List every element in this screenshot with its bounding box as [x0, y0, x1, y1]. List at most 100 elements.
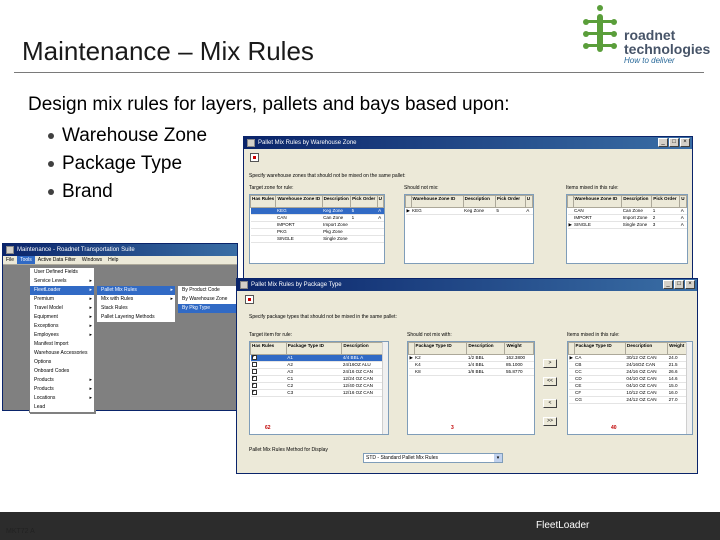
- menu-item[interactable]: Locations ▸: [30, 394, 94, 403]
- has-rules-checkbox[interactable]: [251, 376, 257, 382]
- tools-menu: User Defined Fields Service Levels ▸ Flee…: [29, 267, 95, 413]
- table-row[interactable]: PKG Pkg Zone: [250, 228, 384, 236]
- table-row[interactable]: ▶ K2 1/2 BBL 162.3800: [408, 354, 534, 362]
- zone-target-grid[interactable]: Has Rules Warehouse Zone ID Description …: [249, 194, 385, 264]
- menu-item[interactable]: Exceptions ▸: [30, 322, 94, 331]
- add-one-button[interactable]: >: [543, 359, 557, 368]
- close-button[interactable]: ×: [685, 280, 695, 289]
- pkg-should-total: 3: [451, 425, 454, 431]
- table-row[interactable]: A14/4 BBL A: [250, 354, 388, 362]
- table-row[interactable]: SINGLE Single Zone: [250, 235, 384, 243]
- remove-all-button[interactable]: <<: [543, 377, 557, 386]
- has-rules-checkbox[interactable]: [251, 362, 257, 368]
- fleetloader-submenu: Pallet Mix Rules ▸ Mix with Rules ▸ Stack …: [96, 285, 176, 323]
- table-row[interactable]: C112/24 OZ CAN: [250, 375, 388, 383]
- menu-item[interactable]: Pallet Layering Methods: [97, 313, 175, 322]
- table-row[interactable]: A2 24/16OZ ALU: [250, 361, 388, 369]
- table-row[interactable]: ▶ SINGLE Single Zone 3 A: [567, 221, 687, 229]
- menu-item[interactable]: Warehouse Accessories: [30, 349, 94, 358]
- scrollbar[interactable]: [686, 342, 692, 434]
- zone-tool-icon[interactable]: [250, 153, 259, 162]
- table-row[interactable]: CE 04/10 OZ CAN 15.0: [568, 382, 692, 390]
- zone-items-grid[interactable]: Warehouse Zone ID Description Pick Order…: [566, 194, 688, 264]
- menu-item[interactable]: Lead: [30, 403, 94, 412]
- table-row[interactable]: ▶ CA 30/12 OZ CAN 24.0: [568, 354, 692, 362]
- pkg-tool-icon[interactable]: [245, 295, 254, 304]
- table-row[interactable]: CC 24/16 OZ CAN 26.6: [568, 368, 692, 376]
- table-row[interactable]: IMPORT Import Zone 2 A: [567, 214, 687, 222]
- menu-item[interactable]: Employees ▸: [30, 331, 94, 340]
- menu-file[interactable]: File: [3, 256, 17, 264]
- add-all-button[interactable]: >>: [543, 417, 557, 426]
- menu-item[interactable]: Options: [30, 358, 94, 367]
- maximize-button[interactable]: □: [674, 280, 684, 289]
- pkg-items-total: 40: [611, 425, 617, 431]
- has-rules-checkbox[interactable]: [251, 355, 257, 361]
- close-button[interactable]: ×: [680, 138, 690, 147]
- roadnet-mark-icon: [583, 5, 617, 52]
- menu-item[interactable]: Premium ▸: [30, 295, 94, 304]
- table-row[interactable]: C312/16 OZ CAN: [250, 389, 388, 397]
- pkg-items-grid[interactable]: Package Type ID Description Weight ▶ CA 30…: [567, 341, 693, 435]
- menu-item[interactable]: By Product Code: [178, 286, 236, 295]
- menu-item[interactable]: Products ▸: [30, 385, 94, 394]
- menu-item[interactable]: Stack Rules: [97, 304, 175, 313]
- table-row[interactable]: CAN Can Zone 1 A: [567, 207, 687, 215]
- chevron-down-icon[interactable]: ▾: [494, 454, 502, 462]
- bullet-item: Warehouse Zone: [48, 122, 207, 150]
- bullet-dot-icon: [48, 161, 54, 167]
- menu-item-by-pkg-type[interactable]: By Pkg Type: [178, 304, 236, 313]
- remove-one-button[interactable]: <: [543, 399, 557, 408]
- has-rules-checkbox[interactable]: [251, 390, 257, 396]
- mix-rules-submenu: By Product Code By Warehouse Zone By Pkg…: [177, 285, 237, 314]
- menu-item[interactable]: User Defined Fields: [30, 268, 94, 277]
- menu-item[interactable]: Onboard Codes: [30, 367, 94, 376]
- menu-bar: File Tools Active Data Filter Windows He…: [3, 256, 237, 265]
- menu-item[interactable]: Manifest Import: [30, 340, 94, 349]
- menu-item[interactable]: Equipment ▸: [30, 313, 94, 322]
- menu-item[interactable]: Products ▸: [30, 376, 94, 385]
- pkg-method-select[interactable]: STD - Standard Pallet Mix Rules ▾: [363, 453, 503, 463]
- table-row[interactable]: CD 04/10 OZ CAN 14.6: [568, 375, 692, 383]
- menu-windows[interactable]: Windows: [79, 256, 105, 264]
- menu-item[interactable]: Mix with Rules ▸: [97, 295, 175, 304]
- pkg-target-grid[interactable]: Has Rules Package Type ID Description A1…: [249, 341, 389, 435]
- zone-window-titlebar: Pallet Mix Rules by Warehouse Zone _ □ ×: [244, 137, 692, 149]
- table-row[interactable]: K4 1/4 BBL 85.1000: [408, 361, 534, 369]
- zone-should-grid[interactable]: Warehouse Zone ID Description Pick Order…: [404, 194, 534, 264]
- table-row[interactable]: IMPORT Import Zone: [250, 221, 384, 229]
- app-icon: [6, 246, 14, 254]
- pkg-should-grid[interactable]: Package Type ID Description Weight ▶ K2 1/…: [407, 341, 535, 435]
- scrollbar[interactable]: [382, 342, 388, 434]
- table-row[interactable]: CB 24/16OZ CAN 21.5: [568, 361, 692, 369]
- table-row[interactable]: CG 24/12 OZ CAN 27.0: [568, 396, 692, 404]
- menu-item[interactable]: By Warehouse Zone: [178, 295, 236, 304]
- has-rules-checkbox[interactable]: [251, 369, 257, 375]
- app-icon: [247, 139, 255, 147]
- table-row[interactable]: K8 1/8 BBL 55.8770: [408, 368, 534, 376]
- table-row[interactable]: ▶ KEG Keg Zone 5 A: [405, 207, 533, 215]
- zone-target-label: Target zone for rule:: [249, 185, 294, 191]
- menu-item-pallet-mix-rules[interactable]: Pallet Mix Rules ▸: [97, 286, 175, 295]
- minimize-button[interactable]: _: [663, 280, 673, 289]
- menu-active-data-filter[interactable]: Active Data Filter: [35, 256, 79, 264]
- footer-product: FleetLoader: [536, 520, 590, 531]
- menu-item[interactable]: Travel Model ▸: [30, 304, 94, 313]
- table-row[interactable]: KEG Keg Zone 5 A: [250, 207, 384, 215]
- table-row[interactable]: CAN Can Zone 1 A: [250, 214, 384, 222]
- table-row[interactable]: A3 24/16 OZ CAN: [250, 368, 388, 376]
- minimize-button[interactable]: _: [658, 138, 668, 147]
- menu-item[interactable]: Service Levels ▸: [30, 277, 94, 286]
- pkg-target-label: Target item for rule:: [249, 332, 293, 338]
- pkg-mix-window: Pallet Mix Rules by Package Type _ □ × S…: [236, 278, 698, 474]
- menu-tools[interactable]: Tools: [17, 256, 35, 264]
- table-row[interactable]: CF 10/12 OZ CAN 16.0: [568, 389, 692, 397]
- has-rules-checkbox[interactable]: [251, 383, 257, 389]
- logo-line2: technologies: [624, 41, 711, 57]
- menu-help[interactable]: Help: [105, 256, 121, 264]
- table-row[interactable]: C212/40 OZ CAN: [250, 382, 388, 390]
- zone-items-label: Items mixed in this rule:: [566, 185, 619, 191]
- menu-item-fleetloader[interactable]: FleetLoader ▸: [30, 286, 94, 295]
- maximize-button[interactable]: □: [669, 138, 679, 147]
- slide-title: Maintenance – Mix Rules: [22, 36, 314, 66]
